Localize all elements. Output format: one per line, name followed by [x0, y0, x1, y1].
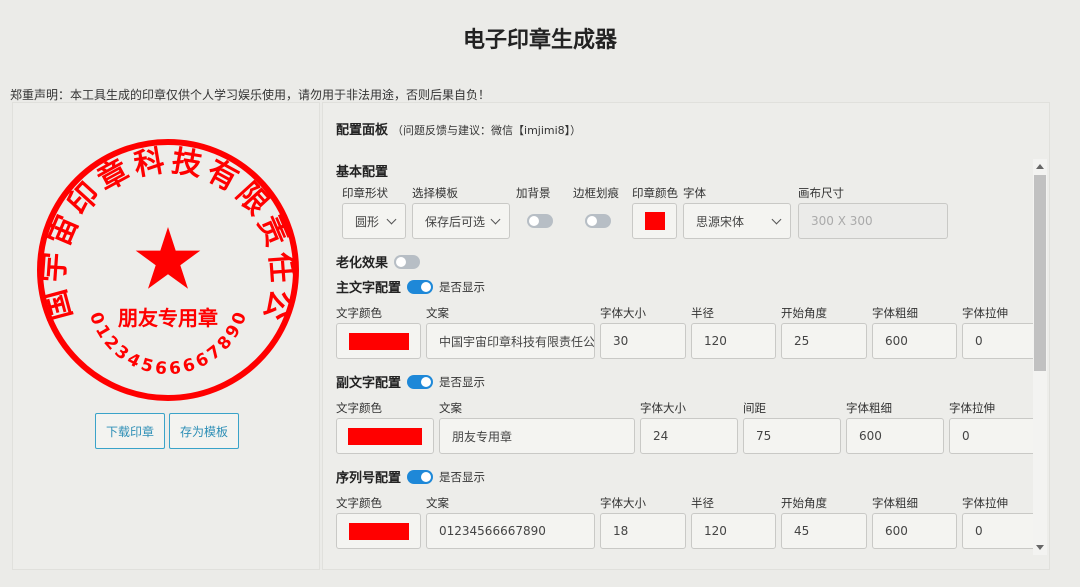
color-swatch — [348, 332, 409, 350]
serial-text-label: 文案 — [426, 496, 449, 510]
serial-weight-label: 字体粗细 — [872, 496, 918, 510]
background-label: 加背景 — [516, 186, 551, 200]
chevron-down-icon — [771, 214, 782, 224]
canvas-size-input[interactable]: 300 X 300 — [798, 203, 948, 239]
main-color-label: 文字颜色 — [336, 306, 382, 320]
main-font-size-input[interactable]: 30 — [600, 323, 686, 359]
stamp-color-label: 印章颜色 — [632, 186, 678, 200]
config-scrollbar[interactable] — [1033, 159, 1047, 555]
serial-size-label: 字体大小 — [600, 496, 646, 510]
serial-config-header: 序列号配置 是否显示 — [336, 469, 486, 486]
sub-text-label: 文案 — [439, 401, 462, 415]
sub-weight-label: 字体粗细 — [846, 401, 892, 415]
serial-stretch-label: 字体拉伸 — [962, 496, 1008, 510]
sub-text-config-header: 副文字配置 是否显示 — [336, 374, 486, 391]
serial-angle-label: 开始角度 — [781, 496, 827, 510]
canvas-size-label: 画布尺寸 — [798, 186, 844, 200]
shape-select[interactable]: 圆形 — [342, 203, 406, 239]
main-size-label: 字体大小 — [600, 306, 646, 320]
serial-color-picker[interactable] — [336, 513, 421, 549]
serial-font-weight-input[interactable]: 600 — [872, 513, 957, 549]
main-angle-label: 开始角度 — [781, 306, 827, 320]
serial-color-label: 文字颜色 — [336, 496, 382, 510]
serial-radius-label: 半径 — [691, 496, 714, 510]
sub-text-color-picker[interactable] — [336, 418, 434, 454]
shape-label: 印章形状 — [342, 186, 388, 200]
stamp-main-text: 中国宇宙印章科技有限责任公司 — [33, 135, 300, 324]
serial-show-toggle[interactable] — [407, 469, 434, 484]
main-font-weight-input[interactable]: 600 — [872, 323, 957, 359]
stamp-color-picker[interactable] — [632, 203, 677, 239]
main-stretch-label: 字体拉伸 — [962, 306, 1008, 320]
background-toggle[interactable] — [527, 214, 553, 228]
template-label: 选择模板 — [412, 186, 458, 200]
color-swatch — [644, 212, 665, 230]
basic-config-title: 基本配置 — [336, 165, 389, 180]
chevron-down-icon — [490, 214, 501, 224]
main-radius-input[interactable]: 120 — [691, 323, 776, 359]
main-weight-label: 字体粗细 — [872, 306, 918, 320]
border-scratch-label: 边框划痕 — [573, 186, 619, 200]
serial-radius-input[interactable]: 120 — [691, 513, 776, 549]
main-text-show-toggle[interactable] — [407, 279, 434, 294]
sub-text-show-toggle[interactable] — [407, 374, 434, 389]
sub-size-label: 字体大小 — [640, 401, 686, 415]
color-swatch — [348, 522, 409, 540]
main-text-color-picker[interactable] — [336, 323, 421, 359]
main-text-config-header: 主文字配置 是否显示 — [336, 279, 486, 296]
serial-start-angle-input[interactable]: 45 — [781, 513, 867, 549]
color-swatch — [348, 427, 422, 445]
stamp-canvas: 中国宇宙印章科技有限责任公司 朋友专用章 01234566667890 — [33, 135, 300, 401]
sub-spacing-label: 间距 — [743, 401, 766, 415]
stamp-sub-text: 朋友专用章 — [118, 306, 218, 330]
sub-text-input[interactable]: 朋友专用章 — [439, 418, 635, 454]
font-label: 字体 — [683, 186, 706, 200]
main-text-input[interactable]: 中国宇宙印章科技有限责任公 — [426, 323, 595, 359]
star-icon — [135, 227, 201, 289]
config-panel-title: 配置面板 （问题反馈与建议：微信【imjimi8】） — [336, 123, 582, 138]
sub-spacing-input[interactable]: 75 — [743, 418, 841, 454]
feedback-note: （问题反馈与建议：微信【imjimi8】） — [392, 124, 582, 137]
disclaimer: 郑重声明：本工具生成的印章仅供个人学习娱乐使用，请勿用于非法用途，否则后果自负！ — [10, 88, 491, 102]
main-text-label: 文案 — [426, 306, 449, 320]
scroll-down-icon[interactable] — [1036, 545, 1044, 550]
main-radius-label: 半径 — [691, 306, 714, 320]
sub-color-label: 文字颜色 — [336, 401, 382, 415]
download-stamp-button[interactable]: 下载印章 — [95, 413, 165, 449]
aging-effect-row: 老化效果 — [336, 252, 421, 271]
save-template-button[interactable]: 存为模板 — [169, 413, 239, 449]
page-title: 电子印章生成器 — [462, 28, 617, 53]
scroll-up-icon[interactable] — [1036, 164, 1044, 169]
font-select[interactable]: 思源宋体 — [683, 203, 791, 239]
serial-text-input[interactable]: 01234566667890 — [426, 513, 595, 549]
sub-font-weight-input[interactable]: 600 — [846, 418, 944, 454]
stamp-preview-panel: 中国宇宙印章科技有限责任公司 朋友专用章 01234566667890 下载印章… — [12, 102, 320, 570]
serial-font-size-input[interactable]: 18 — [600, 513, 686, 549]
main-start-angle-input[interactable]: 25 — [781, 323, 867, 359]
config-panel: 配置面板 （问题反馈与建议：微信【imjimi8】） 基本配置 印章形状 圆形 选… — [322, 102, 1050, 570]
chevron-down-icon — [386, 214, 397, 224]
sub-stretch-label: 字体拉伸 — [949, 401, 995, 415]
sub-font-size-input[interactable]: 24 — [640, 418, 738, 454]
template-select[interactable]: 保存后可选 — [412, 203, 510, 239]
scrollbar-thumb[interactable] — [1034, 175, 1046, 371]
aging-effect-toggle[interactable] — [394, 254, 421, 269]
border-scratch-toggle[interactable] — [585, 214, 611, 228]
